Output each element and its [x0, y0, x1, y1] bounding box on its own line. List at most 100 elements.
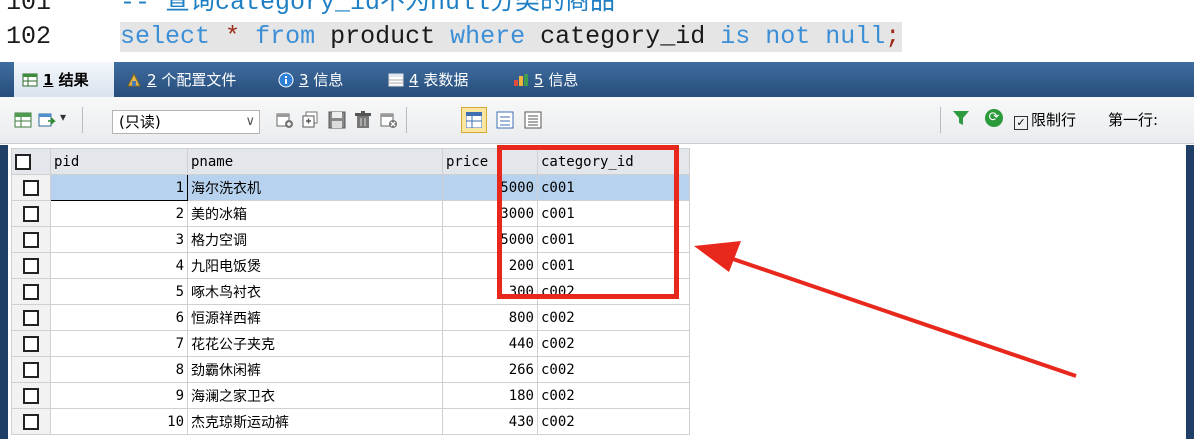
row-checkbox[interactable]	[11, 200, 51, 227]
row-checkbox[interactable]	[11, 408, 51, 435]
row-checkbox[interactable]	[11, 174, 51, 201]
table-row[interactable]: 9 海澜之家卫衣 180 c002	[11, 382, 690, 409]
check-icon: ✓	[1014, 116, 1028, 130]
cell-pid[interactable]: 1	[50, 174, 188, 201]
cell-pid[interactable]: 10	[50, 408, 188, 435]
tab-number: 2	[147, 70, 157, 89]
chevron-down-icon[interactable]: ▾	[60, 110, 66, 124]
cell-pname[interactable]: 九阳电饭煲	[187, 252, 443, 279]
tab-number: 5	[534, 70, 544, 89]
row-checkbox[interactable]	[11, 382, 51, 409]
export-icon[interactable]	[38, 111, 56, 129]
row-checkbox[interactable]	[11, 356, 51, 383]
table-row[interactable]: 10 杰克琼斯运动裤 430 c002	[11, 408, 690, 435]
tab-number: 3	[299, 70, 309, 89]
row-checkbox[interactable]	[11, 330, 51, 357]
grid-mode-icon	[466, 112, 482, 128]
cell-pname[interactable]: 杰克琼斯运动裤	[187, 408, 443, 435]
tab-messages[interactable]: 3 信息	[270, 62, 343, 97]
table-row[interactable]: 6 恒源祥西裤 800 c002	[11, 304, 690, 331]
row-checkbox[interactable]	[11, 226, 51, 253]
cell-pid[interactable]: 4	[50, 252, 188, 279]
filter-icon[interactable]	[952, 109, 970, 127]
mode-select[interactable]: (只读) ∨	[112, 110, 260, 134]
cell-price[interactable]: 800	[442, 304, 538, 331]
chevron-down-icon: ∨	[245, 114, 255, 129]
column-header-pid[interactable]: pid	[50, 148, 188, 175]
tab-profiles[interactable]: 2 个配置文件	[118, 62, 236, 97]
grid-mode-toggle[interactable]	[461, 107, 487, 133]
cell-price[interactable]: 430	[442, 408, 538, 435]
sql-keyword: not	[765, 22, 811, 51]
cell-pname[interactable]: 劲霸休闲裤	[187, 356, 443, 383]
result-toolbar: ▾ (只读) ∨ ⟳ ✓ 限制行 第一行:	[0, 97, 1194, 144]
grid-view-icon[interactable]	[14, 111, 32, 129]
sql-identifier: category_id	[540, 22, 706, 51]
refresh-icon[interactable]: ⟳	[985, 109, 1003, 127]
cell-pid[interactable]: 2	[50, 200, 188, 227]
cell-pid[interactable]: 6	[50, 304, 188, 331]
tab-label: 信息	[548, 71, 579, 89]
tab-label: 个配置文件	[161, 71, 237, 89]
cell-pname[interactable]: 花花公子夹克	[187, 330, 443, 357]
cell-pname[interactable]: 恒源祥西裤	[187, 304, 443, 331]
cell-category-id[interactable]: c002	[537, 408, 690, 435]
select-all-checkbox[interactable]	[11, 148, 51, 175]
sql-comment: -- 查询category_id不为null分类的商品	[120, 0, 616, 17]
tab-table-data[interactable]: 4 表数据	[380, 62, 468, 97]
left-border	[0, 145, 8, 439]
sql-star: *	[225, 22, 241, 51]
sql-keyword: is	[720, 22, 751, 51]
sql-keyword: select	[120, 22, 211, 51]
cell-pid[interactable]: 8	[50, 356, 188, 383]
sql-editor[interactable]: 101 -- 查询category_id不为null分类的商品 102 sele…	[0, 0, 1194, 62]
cell-price[interactable]: 266	[442, 356, 538, 383]
table-row[interactable]: 8 劲霸休闲裤 266 c002	[11, 356, 690, 383]
cell-pid[interactable]: 5	[50, 278, 188, 305]
line-number: 102	[6, 22, 52, 51]
mode-select-value: (只读)	[119, 113, 161, 131]
text-mode-icon[interactable]	[524, 111, 542, 129]
info-icon	[278, 72, 294, 87]
cell-category-id[interactable]: c002	[537, 330, 690, 357]
cell-pname[interactable]: 海尔洗衣机	[187, 174, 443, 201]
insert-row-icon[interactable]	[276, 111, 294, 129]
cell-price[interactable]: 180	[442, 382, 538, 409]
column-header-pname[interactable]: pname	[187, 148, 443, 175]
cell-pid[interactable]: 3	[50, 226, 188, 253]
sql-semicolon: ;	[885, 22, 901, 51]
result-tabbar: 1 结果 2 个配置文件 3 信息 4 表数据 5 信息	[0, 62, 1194, 97]
cell-pname[interactable]: 海澜之家卫衣	[187, 382, 443, 409]
tab-results[interactable]: 1 结果	[14, 62, 114, 97]
cell-pname[interactable]: 啄木鸟衬衣	[187, 278, 443, 305]
duplicate-row-icon[interactable]	[302, 111, 320, 129]
row-checkbox[interactable]	[11, 278, 51, 305]
sql-keyword: where	[450, 22, 526, 51]
cancel-changes-icon[interactable]	[380, 111, 398, 129]
tab-info[interactable]: 5 信息	[505, 62, 578, 97]
highlight-box	[497, 145, 679, 299]
sql-statement[interactable]: select * from product where category_id …	[120, 22, 903, 52]
tab-number: 1	[43, 70, 54, 89]
cell-pid[interactable]: 7	[50, 330, 188, 357]
cell-pid[interactable]: 9	[50, 382, 188, 409]
table-icon	[388, 73, 404, 86]
cell-category-id[interactable]: c002	[537, 304, 690, 331]
cell-category-id[interactable]: c002	[537, 382, 690, 409]
toolbar-divider	[406, 107, 407, 133]
cell-category-id[interactable]: c002	[537, 356, 690, 383]
toolbar-divider	[82, 107, 83, 133]
delete-icon[interactable]	[354, 111, 372, 129]
cell-pname[interactable]: 美的冰箱	[187, 200, 443, 227]
form-mode-icon[interactable]	[496, 111, 514, 129]
table-row[interactable]: 7 花花公子夹克 440 c002	[11, 330, 690, 357]
limit-rows-checkbox[interactable]: ✓ 限制行	[1014, 109, 1076, 130]
row-checkbox[interactable]	[11, 304, 51, 331]
cell-price[interactable]: 440	[442, 330, 538, 357]
grid-icon	[22, 73, 38, 86]
save-icon[interactable]	[328, 111, 346, 129]
row-checkbox[interactable]	[11, 252, 51, 279]
profile-icon	[127, 72, 141, 86]
tab-label: 表数据	[423, 71, 469, 89]
cell-pname[interactable]: 格力空调	[187, 226, 443, 253]
